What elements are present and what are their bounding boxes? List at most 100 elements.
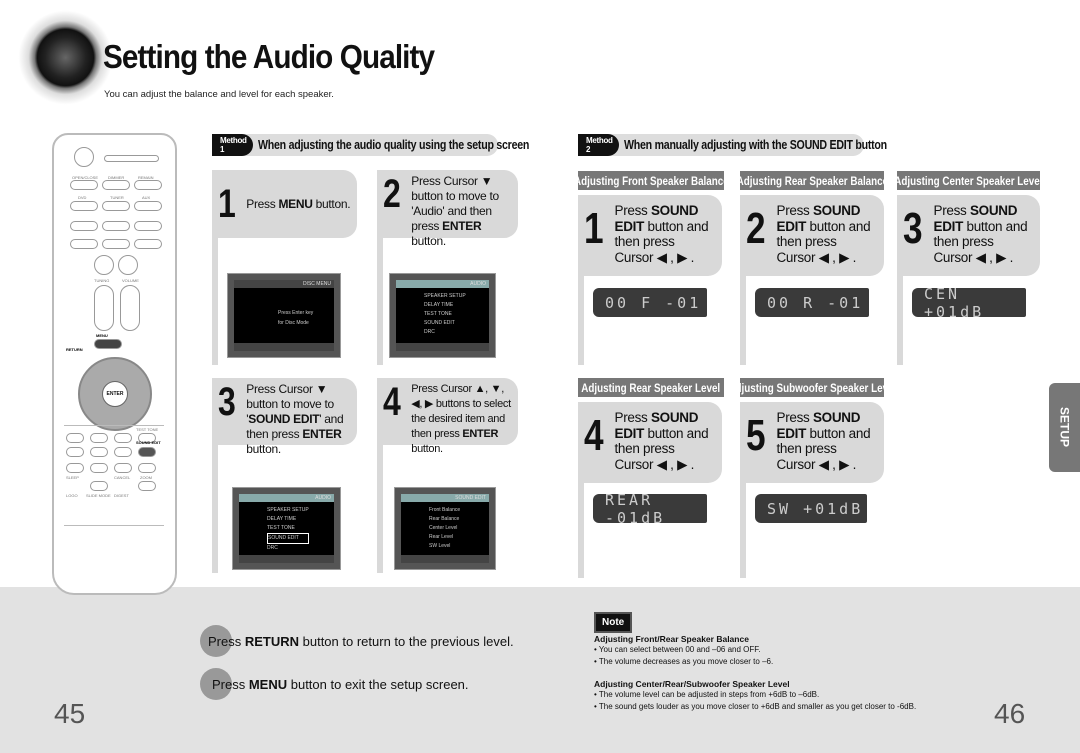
screen-item: Center Level (429, 525, 458, 531)
note-item: • The volume decreases as you move close… (594, 657, 774, 666)
note-heading: Adjusting Center/Rear/Subwoofer Speaker … (594, 679, 790, 689)
screen-item: DELAY TIME (267, 516, 297, 522)
note-label: Note (594, 612, 633, 633)
note-content: Adjusting Front/Rear Speaker Balance • Y… (594, 634, 916, 713)
note-item: • The sound gets louder as you move clos… (594, 702, 917, 711)
screen-item: TEST TONE (267, 525, 295, 531)
step-number: 2 (746, 204, 766, 253)
step-number: 4 (383, 380, 401, 424)
screen-header: DISC MENU (234, 280, 334, 288)
step-number: 3 (903, 204, 923, 253)
method1-step-2: 2 Press Cursor ▼ button to move to 'Audi… (377, 170, 518, 248)
section-header: Adjusting Rear Speaker Balance (736, 171, 888, 190)
note-item: • The volume level can be adjusted in st… (594, 690, 820, 699)
step-text: Press Cursor ▼ button to move to 'SOUND … (246, 382, 344, 456)
step-text: Press Cursor ▲, ▼, ◀, ▶ buttons to selec… (411, 383, 511, 455)
screen-item: for Disc Mode (278, 320, 309, 326)
tv-screen-disc-menu: DISC MENU Press Enter key for Disc Mode (227, 273, 341, 358)
remote-label: SLEEP (66, 475, 79, 480)
screen-header: SOUND EDIT (401, 494, 489, 502)
front-panel-display: SW +01dB (755, 494, 867, 523)
remote-label: LOGO (66, 493, 78, 498)
method2-step-1: 1 Press SOUND EDIT button and then press… (578, 195, 722, 276)
section-header: Adjusting Front Speaker Balance (574, 171, 728, 190)
step-text: Press Cursor ▼ button to move to 'Audio'… (411, 174, 499, 248)
step-text: Press SOUND EDIT button and then press C… (614, 203, 709, 265)
page-subtitle: You can adjust the balance and level for… (104, 89, 334, 100)
page-title: Setting the Audio Quality (103, 38, 435, 75)
remote-label: VOLUME (122, 278, 139, 283)
step-number: 4 (584, 411, 604, 460)
step-number: 2 (383, 172, 401, 216)
screen-item: Rear Balance (429, 516, 460, 522)
method2-step-2: 2 Press SOUND EDIT button and then press… (740, 195, 884, 276)
screen-item: SOUND EDIT (267, 533, 309, 544)
return-instruction: Press RETURN button to return to the pre… (208, 634, 514, 649)
screen-item: DELAY TIME (424, 302, 454, 308)
method2-tag: Method 2 (578, 134, 619, 156)
tv-screen-audio-sound-edit: AUDIO SPEAKER SETUP DELAY TIME TEST TONE SO… (232, 487, 341, 570)
screen-item: DRC (424, 329, 435, 335)
front-panel-display: 00 F -01 (593, 288, 707, 317)
screen-item: SPEAKER SETUP (267, 507, 309, 513)
screen-item: DRC (267, 545, 278, 551)
note-item: • You can select between 00 and –06 and … (594, 645, 761, 654)
setup-section-tab: SETUP (1049, 383, 1080, 472)
bottom-band (0, 587, 1080, 753)
speaker-graphic (18, 10, 113, 105)
note-heading: Adjusting Front/Rear Speaker Balance (594, 634, 749, 644)
method1-title: When adjusting the audio quality using t… (257, 138, 529, 152)
screen-item: Rear Level (429, 534, 454, 540)
screen-item: SW Level (429, 543, 451, 549)
step-text: Press SOUND EDIT button and then press C… (933, 203, 1028, 265)
step-number: 3 (218, 380, 236, 424)
page-number-right: 46 (994, 698, 1026, 729)
dpad-illustration: ENTER (78, 357, 152, 431)
step-text: Press SOUND EDIT button and then press C… (776, 410, 871, 472)
screen-item: Press Enter key (278, 310, 314, 316)
step-text: Press SOUND EDIT button and then press C… (614, 410, 709, 472)
menu-instruction: Press MENU button to exit the setup scre… (212, 677, 469, 692)
screen-item: TEST TONE (424, 311, 452, 317)
remote-label: CANCEL (114, 475, 131, 480)
screen-header: AUDIO (239, 494, 334, 502)
remote-label: RETURN (66, 347, 83, 352)
remote-label: SOUND EDIT (136, 440, 161, 445)
method2-step-3: 3 Press SOUND EDIT button and then press… (897, 195, 1040, 276)
front-panel-display: 00 R -01 (755, 288, 869, 317)
step-text: Press SOUND EDIT button and then press C… (776, 203, 871, 265)
screen-item: SPEAKER SETUP (424, 293, 466, 299)
tv-screen-audio: AUDIO SPEAKER SETUP DELAY TIME TEST TONE SO… (389, 273, 496, 358)
method1-step-4: 4 Press Cursor ▲, ▼, ◀, ▶ buttons to sel… (377, 378, 518, 455)
enter-label: ENTER (102, 381, 128, 407)
remote-label: TEST TONE (136, 427, 159, 432)
method1-tag: Method 1 (212, 134, 253, 156)
remote-label: AUX (142, 195, 151, 200)
front-panel-display: CEN +01dB (912, 285, 1026, 321)
screen-header: AUDIO (396, 280, 489, 288)
section-header: Adjusting Rear Speaker Level (578, 378, 724, 397)
remote-control-illustration: OPEN/CLOSE DIMMER REMAIN DVD TUNER AUX T… (52, 133, 177, 595)
method1-heading: Method 1 When adjusting the audio qualit… (212, 134, 529, 156)
remote-label: DVD (78, 195, 87, 200)
remote-label: MENU (96, 333, 108, 338)
step-number: 1 (584, 204, 604, 253)
section-header: Adjusting Center Speaker Level (894, 171, 1043, 190)
method1-step-3: 3 Press Cursor ▼ button to move to 'SOUN… (212, 378, 357, 456)
step-number: 5 (746, 411, 766, 460)
remote-label: SLIDE MODE (86, 493, 111, 498)
power-icon (74, 147, 94, 167)
method2-title: When manually adjusting with the SOUND E… (623, 138, 887, 152)
page-number-left: 45 (54, 698, 86, 729)
method2-heading: Method 2 When manually adjusting with th… (578, 134, 887, 156)
section-header: Adjusting Subwoofer Speaker Level (728, 378, 896, 397)
front-panel-display: REAR -01dB (593, 491, 707, 527)
screen-item: Front Balance (429, 507, 461, 513)
screen-item: SOUND EDIT (424, 320, 455, 326)
tv-screen-sound-edit: SOUND EDIT Front Balance Rear Balance Cent… (394, 487, 496, 570)
method2-step-4: 4 Press SOUND EDIT button and then press… (578, 402, 722, 483)
remote-label: DIGEST (114, 493, 129, 498)
remote-label: ZOOM (140, 475, 152, 480)
method2-step-5: 5 Press SOUND EDIT button and then press… (740, 402, 884, 483)
step-text: Press MENU button. (246, 196, 351, 211)
